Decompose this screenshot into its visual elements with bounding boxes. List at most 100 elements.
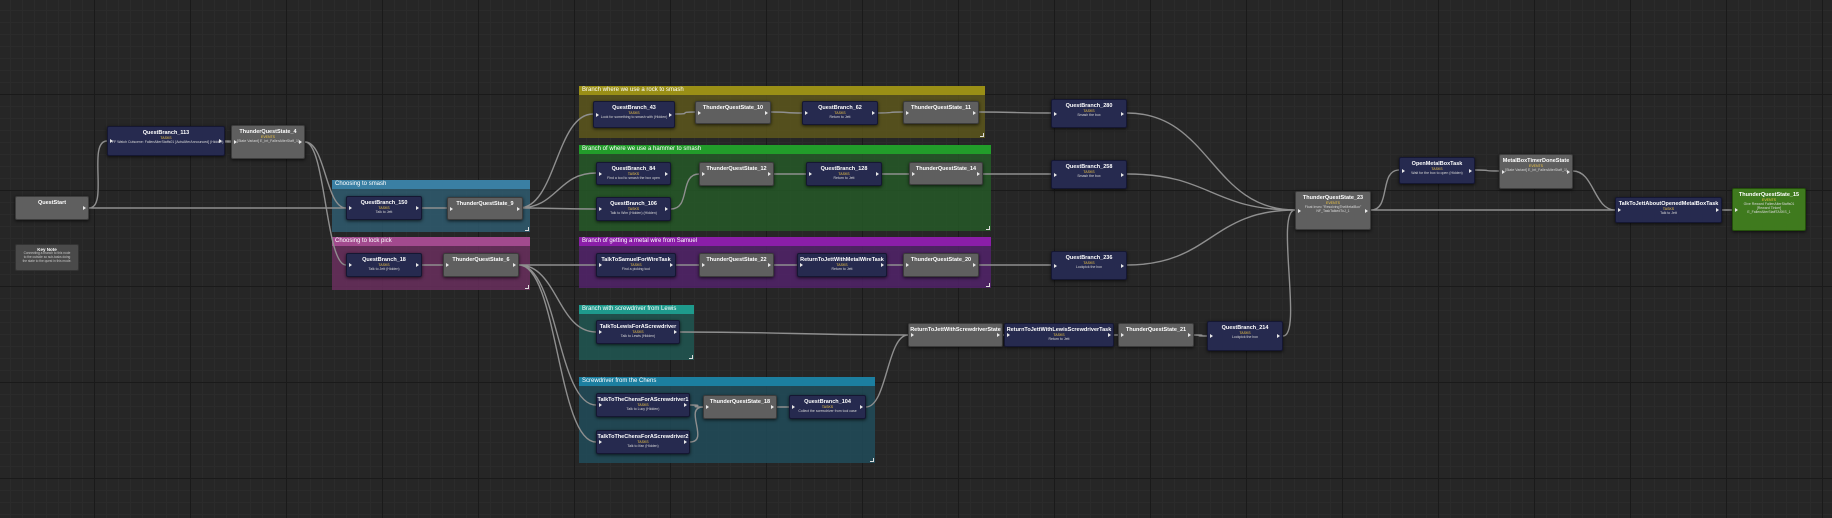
input-pin[interactable]: [599, 207, 602, 211]
node-open-metal-box-task[interactable]: OpenMetalBoxTask TASKS Wait for the box to…: [1399, 157, 1475, 184]
node-talk-to-samuel-for-wire[interactable]: TalkToSamuelForWireTask TASKS Find a picki…: [596, 253, 676, 277]
input-pin[interactable]: [1007, 333, 1010, 337]
input-pin[interactable]: [702, 172, 705, 176]
node-questbranch-18[interactable]: QuestBranch_18 TASKS Talk to Jett (Hidden): [346, 253, 422, 277]
output-pin[interactable]: [416, 206, 419, 210]
node-thunderqueststate-12[interactable]: ThunderQuestState_12: [699, 162, 774, 186]
input-pin[interactable]: [349, 263, 352, 267]
key-note-node[interactable]: Key Note Connecting a branch to this node…: [15, 244, 79, 271]
input-pin[interactable]: [1735, 207, 1738, 212]
input-pin[interactable]: [446, 263, 449, 267]
output-pin[interactable]: [765, 110, 768, 115]
output-pin[interactable]: [771, 405, 774, 409]
input-pin[interactable]: [706, 405, 709, 409]
node-questbranch-43[interactable]: QuestBranch_43 TASKS Look for something to…: [593, 101, 675, 128]
node-return-to-jett-with-lewis-screwdriver[interactable]: ReturnToJettWithLewisScrewdriverTask TASK…: [1004, 323, 1114, 347]
input-pin[interactable]: [1210, 334, 1213, 338]
input-pin[interactable]: [809, 172, 812, 176]
node-questbranch-84[interactable]: QuestBranch_84 TASKS Find a tool to smash …: [596, 162, 671, 185]
node-thunderqueststate-4[interactable]: ThunderQuestState_4 EVENTS [State Variant]…: [231, 125, 305, 159]
output-pin[interactable]: [1469, 168, 1472, 173]
node-questbranch-62[interactable]: QuestBranch_62 TASKS Return to Jett: [802, 101, 878, 125]
output-pin[interactable]: [219, 139, 222, 143]
input-pin[interactable]: [1298, 208, 1301, 213]
output-pin[interactable]: [1567, 169, 1570, 174]
output-pin[interactable]: [768, 263, 771, 267]
output-pin[interactable]: [1188, 333, 1191, 337]
input-pin[interactable]: [110, 139, 113, 143]
input-pin[interactable]: [599, 171, 602, 176]
output-pin[interactable]: [1277, 334, 1280, 338]
node-talk-to-lewis-for-screwdriver[interactable]: TalkToLewisForAScrewdriver TASKS Talk to L…: [596, 320, 680, 344]
input-pin[interactable]: [599, 440, 602, 444]
input-pin[interactable]: [805, 111, 808, 115]
input-pin[interactable]: [596, 112, 599, 117]
quest-start-node[interactable]: QuestStart: [15, 196, 89, 220]
output-pin[interactable]: [881, 263, 884, 267]
output-pin[interactable]: [1121, 172, 1124, 177]
input-pin[interactable]: [906, 263, 909, 267]
node-talk-to-chens-screwdriver-1[interactable]: TalkToTheChensForAScrewdriver1 TASKS Talk …: [596, 393, 690, 417]
node-talk-to-chens-screwdriver-2[interactable]: TalkToTheChensForAScrewdriver2 TASKS Talk …: [596, 430, 690, 454]
output-pin[interactable]: [684, 440, 687, 444]
node-thunderqueststate-15[interactable]: ThunderQuestState_15 EVENTS Give Reward Fa…: [1732, 188, 1806, 231]
output-pin[interactable]: [513, 263, 516, 267]
node-thunderqueststate-20[interactable]: ThunderQuestState_20: [903, 253, 979, 277]
output-pin[interactable]: [1716, 208, 1719, 212]
output-pin[interactable]: [83, 206, 86, 210]
output-pin[interactable]: [973, 263, 976, 267]
input-pin[interactable]: [349, 206, 352, 210]
output-pin[interactable]: [416, 263, 419, 267]
input-pin[interactable]: [599, 263, 602, 267]
output-pin[interactable]: [1108, 333, 1111, 337]
node-thunderqueststate-10[interactable]: ThunderQuestState_10: [695, 101, 771, 124]
output-pin[interactable]: [517, 206, 520, 211]
input-pin[interactable]: [1054, 111, 1057, 116]
output-pin[interactable]: [1121, 263, 1124, 268]
node-thunderqueststate-22[interactable]: ThunderQuestState_22: [699, 253, 774, 277]
node-thunderqueststate-6[interactable]: ThunderQuestState_6: [443, 253, 519, 277]
input-pin[interactable]: [234, 140, 237, 144]
node-thunderqueststate-11[interactable]: ThunderQuestState_11: [903, 101, 979, 124]
input-pin[interactable]: [906, 110, 909, 115]
node-thunderqueststate-23[interactable]: ThunderQuestState_23 EVENTS Float Invec "R…: [1295, 191, 1371, 230]
output-pin[interactable]: [1365, 208, 1368, 213]
input-pin[interactable]: [911, 333, 914, 337]
node-questbranch-113[interactable]: QuestBranch_113 TASKS FF Watch Cutscene: F…: [107, 126, 225, 156]
output-pin[interactable]: [670, 263, 673, 267]
node-questbranch-106[interactable]: QuestBranch_106 TASKS Talk to Wim (Hidden)…: [596, 197, 671, 221]
input-pin[interactable]: [912, 171, 915, 176]
output-pin[interactable]: [1121, 111, 1124, 116]
node-thunderqueststate-14[interactable]: ThunderQuestState_14: [909, 162, 983, 185]
input-pin[interactable]: [1054, 263, 1057, 268]
output-pin[interactable]: [665, 207, 668, 211]
node-questbranch-214[interactable]: QuestBranch_214 TASKS Lockpick the box: [1207, 321, 1283, 351]
input-pin[interactable]: [450, 206, 453, 211]
output-pin[interactable]: [872, 111, 875, 115]
output-pin[interactable]: [977, 171, 980, 176]
output-pin[interactable]: [684, 403, 687, 407]
node-questbranch-236[interactable]: QuestBranch_236 TASKS Lockpick the box: [1051, 251, 1127, 280]
input-pin[interactable]: [792, 405, 795, 409]
node-questbranch-104[interactable]: QuestBranch_104 TASKS Collect the screwdri…: [789, 395, 866, 419]
node-talk-to-jett-about-opened-metal-box[interactable]: TalkToJettAboutOpenedMetalBoxTask TASKS Ta…: [1615, 197, 1722, 223]
output-pin[interactable]: [876, 172, 879, 176]
output-pin[interactable]: [669, 112, 672, 117]
output-pin[interactable]: [997, 333, 1000, 337]
node-metal-box-timer-done-state[interactable]: MetalBoxTimerDoneState EVENTS [State Varia…: [1499, 154, 1573, 189]
input-pin[interactable]: [1618, 208, 1621, 212]
node-thunderqueststate-9[interactable]: ThunderQuestState_9: [447, 197, 523, 220]
node-thunderqueststate-21[interactable]: ThunderQuestState_21: [1118, 323, 1194, 347]
input-pin[interactable]: [1402, 168, 1405, 173]
output-pin[interactable]: [665, 171, 668, 176]
input-pin[interactable]: [1054, 172, 1057, 177]
input-pin[interactable]: [702, 263, 705, 267]
input-pin[interactable]: [599, 330, 602, 334]
node-return-to-jett-with-metal-wire[interactable]: ReturnToJettWithMetalWireTask TASKS Return…: [797, 253, 887, 277]
input-pin[interactable]: [599, 403, 602, 407]
node-questbranch-150[interactable]: QuestBranch_150 TASKS Talk to Jett: [346, 196, 422, 220]
node-questbranch-258[interactable]: QuestBranch_258 TASKS Smash the box: [1051, 160, 1127, 189]
input-pin[interactable]: [800, 263, 803, 267]
output-pin[interactable]: [768, 172, 771, 176]
node-questbranch-128[interactable]: QuestBranch_128 TASKS Return to Jett: [806, 162, 882, 186]
